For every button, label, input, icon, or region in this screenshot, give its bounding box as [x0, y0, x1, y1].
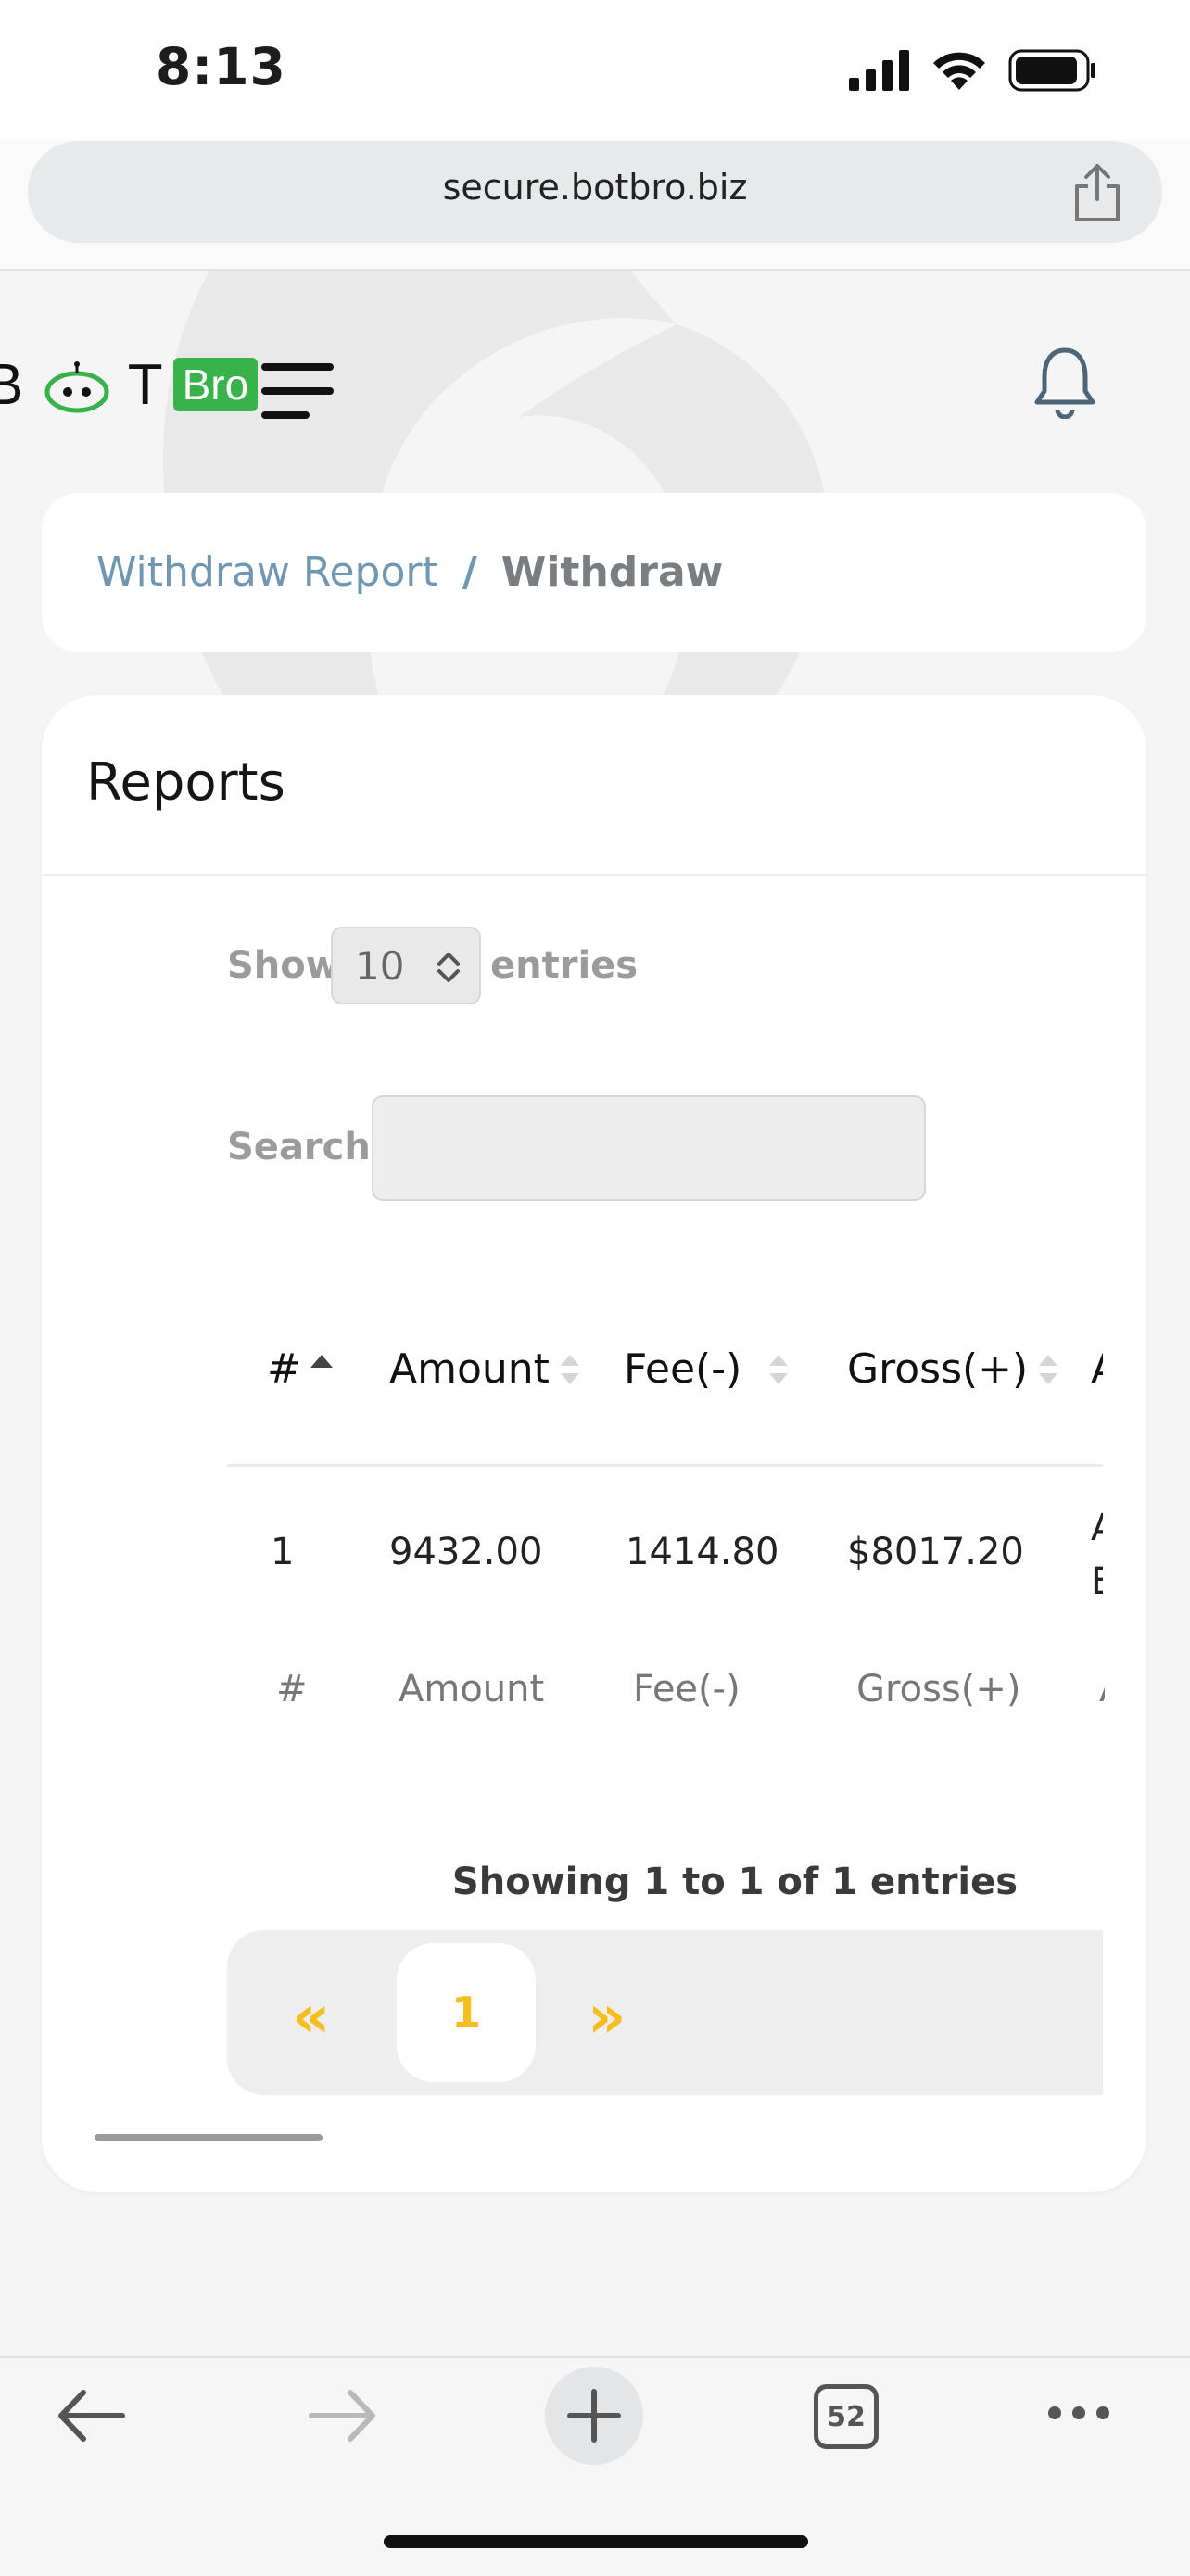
column-header-label: Gross(+) [847, 1345, 1029, 1393]
breadcrumb-separator: / [462, 549, 477, 596]
pagination-next-button[interactable]: » [588, 1983, 626, 2052]
column-header-index[interactable]: # [267, 1345, 336, 1393]
column-header-clipped[interactable]: A [1091, 1345, 1103, 1393]
share-icon[interactable] [1070, 162, 1125, 223]
url-text[interactable]: secure.botbro.biz [0, 167, 1190, 208]
logo-wordmark: B T [0, 352, 164, 417]
status-time: 8:13 [156, 37, 286, 96]
column-header-label: Amount [389, 1345, 550, 1393]
column-header-amount[interactable]: Amount [389, 1345, 585, 1393]
tabs-button[interactable]: 52 [814, 2384, 879, 2449]
show-label: Show [227, 944, 340, 987]
table-info: Showing 1 to 1 of 1 entries [451, 1861, 1019, 1903]
cell-clipped: A E [1091, 1501, 1103, 1609]
breadcrumb-withdraw-report-link[interactable]: Withdraw Report [96, 549, 438, 596]
pagination-page-1[interactable]: 1 [397, 1943, 536, 2082]
cell-clipped-line1: A [1091, 1501, 1103, 1555]
cell-clipped-line2: E [1091, 1560, 1103, 1603]
select-chevron-icon [437, 953, 460, 982]
footer-gross: Gross(+) [856, 1668, 1021, 1711]
sort-icon [560, 1354, 579, 1384]
horizontal-scrollbar[interactable] [95, 2134, 323, 2141]
search-label: Search: [227, 1126, 386, 1168]
breadcrumb-current: Withdraw [500, 549, 724, 596]
logo-badge: Bro [172, 358, 259, 411]
forward-arrow-icon[interactable] [306, 2385, 380, 2446]
search-input[interactable] [372, 1095, 926, 1201]
footer-clipped: A [1099, 1668, 1105, 1711]
status-icons [849, 48, 1097, 93]
column-header-label: # [267, 1345, 301, 1393]
pagination [227, 1930, 1103, 2095]
sort-icon [769, 1354, 789, 1384]
home-indicator [384, 2535, 808, 2548]
battery-icon [1008, 49, 1095, 92]
breadcrumb: Withdraw Report / Withdraw [96, 549, 723, 596]
column-header-label: Fee(-) [624, 1345, 742, 1393]
column-header-label: A [1091, 1345, 1103, 1393]
notification-bell-icon[interactable] [1033, 345, 1096, 419]
menu-toggle-icon[interactable] [261, 363, 334, 421]
entries-per-page-value: 10 [355, 943, 405, 989]
sort-icon [1039, 1354, 1058, 1384]
entries-label: entries [490, 944, 639, 987]
cell-gross: $8017.20 [847, 1531, 1024, 1573]
footer-fee: Fee(-) [633, 1668, 741, 1711]
more-options-icon[interactable] [1045, 2404, 1112, 2422]
card-divider [42, 874, 1146, 876]
cellular-signal-icon [849, 50, 909, 91]
footer-index: # [276, 1668, 308, 1711]
robot-icon [44, 361, 109, 413]
plus-icon [567, 2389, 621, 2443]
column-header-fee[interactable]: Fee(-) [624, 1345, 793, 1393]
entries-per-page-select[interactable]: 10 [331, 927, 481, 1004]
cell-fee: 1414.80 [626, 1531, 779, 1573]
new-tab-button[interactable] [545, 2367, 643, 2465]
card-title: Reports [86, 752, 285, 813]
sort-ascending-icon [310, 1354, 333, 1368]
table-header-divider [227, 1464, 1103, 1467]
column-header-gross[interactable]: Gross(+) [847, 1345, 1063, 1393]
footer-amount: Amount [399, 1668, 545, 1711]
wifi-icon [933, 52, 985, 90]
back-arrow-icon[interactable] [54, 2385, 128, 2446]
cell-amount: 9432.00 [389, 1531, 543, 1573]
cell-index: 1 [271, 1531, 295, 1573]
botbro-logo[interactable]: B T Bro [0, 352, 259, 417]
pagination-previous-button[interactable]: « [292, 1983, 330, 2052]
